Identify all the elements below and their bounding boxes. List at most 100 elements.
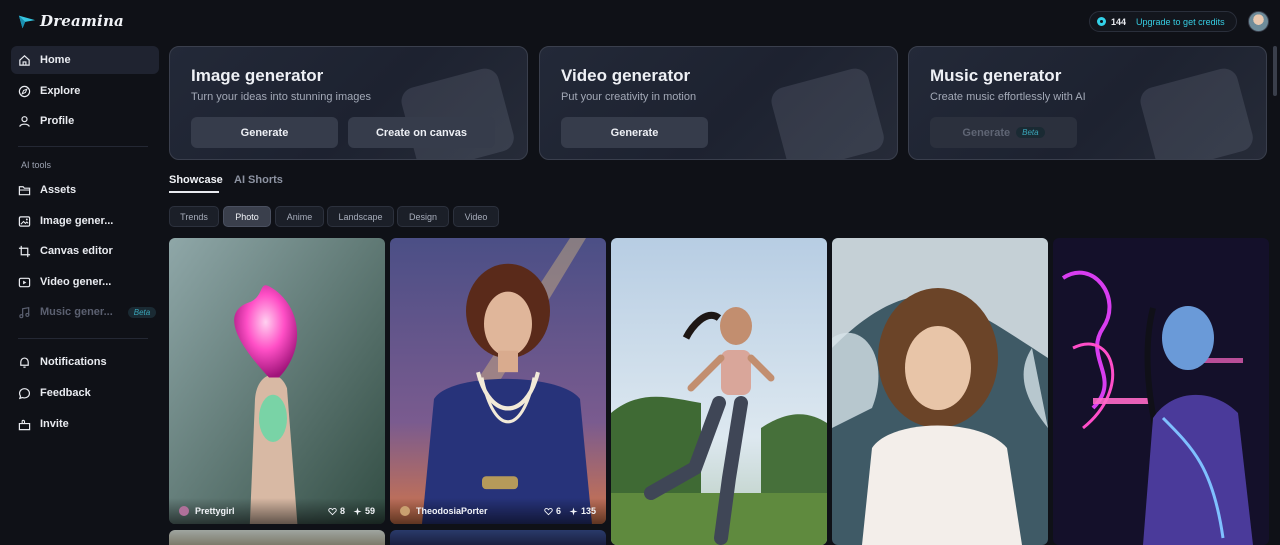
app-name: Dreamina: [40, 12, 124, 30]
gallery-item[interactable]: [1053, 238, 1269, 545]
sidebar: Dreamina Home Explore Profile AI tools A…: [0, 0, 170, 545]
active-tab-indicator: [169, 191, 219, 193]
app-logo[interactable]: Dreamina: [18, 10, 124, 32]
sidebar-item-label: Notifications: [40, 356, 107, 368]
credit-coin-icon: [1097, 17, 1106, 26]
gallery-image: [1053, 238, 1269, 545]
sidebar-item-label: Image gener...: [40, 215, 114, 227]
gallery-image: [169, 238, 385, 524]
generate-image-button[interactable]: Generate: [191, 117, 338, 148]
music-icon: [18, 306, 31, 319]
heart-icon: [544, 507, 553, 515]
upgrade-link[interactable]: Upgrade to get credits: [1136, 17, 1225, 27]
author-avatar: [400, 506, 410, 516]
sidebar-item-label: Canvas editor: [40, 245, 113, 257]
sidebar-item-video-generator[interactable]: Video gener...: [11, 268, 159, 296]
sparkle-icon: [353, 506, 362, 516]
sidebar-divider: [18, 146, 148, 147]
tab-showcase[interactable]: Showcase: [169, 174, 223, 186]
video-decor-icon: [771, 68, 884, 159]
chip-photo[interactable]: Photo: [223, 206, 271, 227]
generate-video-button[interactable]: Generate: [561, 117, 708, 148]
chip-design[interactable]: Design: [397, 206, 449, 227]
gallery-item[interactable]: Prettygirl 8 59: [169, 238, 385, 524]
use-count-value: 59: [364, 506, 375, 516]
sidebar-item-image-generator[interactable]: Image gener...: [11, 207, 159, 235]
sidebar-item-label: Profile: [40, 115, 75, 127]
credits-pill[interactable]: 144 Upgrade to get credits: [1089, 11, 1237, 32]
music-generator-card[interactable]: Music generator Create music effortlessl…: [908, 46, 1267, 160]
chip-anime[interactable]: Anime: [275, 206, 324, 227]
use-count[interactable]: 135: [569, 506, 596, 516]
folder-icon: [18, 184, 31, 197]
video-generator-card[interactable]: Video generator Put your creativity in m…: [539, 46, 898, 160]
card-subtitle: Put your creativity in motion: [561, 91, 697, 103]
section-label-ai-tools: AI tools: [21, 160, 52, 170]
create-on-canvas-button[interactable]: Create on canvas: [348, 117, 495, 148]
crop-icon: [18, 245, 31, 258]
credit-count: 144: [1111, 16, 1127, 27]
video-icon: [18, 276, 31, 289]
user-icon: [18, 115, 31, 128]
bell-icon: [18, 356, 31, 369]
image-generator-card[interactable]: Image generator Turn your ideas into stu…: [169, 46, 528, 160]
tab-ai-shorts[interactable]: AI Shorts: [234, 174, 283, 186]
author-name[interactable]: TheodosiaPorter: [416, 506, 536, 516]
sidebar-item-label: Assets: [40, 184, 77, 196]
sidebar-item-invite[interactable]: Invite: [11, 410, 159, 438]
card-title: Music generator: [930, 66, 1062, 85]
button-label: Generate: [962, 126, 1011, 139]
card-title: Video generator: [561, 66, 691, 85]
chip-trends[interactable]: Trends: [169, 206, 219, 227]
sidebar-item-label: Invite: [40, 418, 69, 430]
like-count-value: 8: [339, 506, 345, 516]
generate-music-button[interactable]: Generate Beta: [930, 117, 1077, 148]
gallery-item[interactable]: [169, 530, 385, 545]
page-scrollbar[interactable]: [1273, 46, 1277, 96]
sidebar-item-explore[interactable]: Explore: [11, 77, 159, 105]
card-subtitle: Turn your ideas into stunning images: [191, 91, 371, 103]
card-title: Image generator: [191, 66, 324, 85]
sidebar-item-canvas-editor[interactable]: Canvas editor: [11, 237, 159, 265]
chip-landscape[interactable]: Landscape: [327, 206, 394, 227]
sparkle-icon: [569, 506, 578, 516]
gift-icon: [18, 418, 31, 431]
sidebar-item-profile[interactable]: Profile: [11, 107, 159, 135]
use-count[interactable]: 59: [353, 506, 375, 516]
beta-badge: Beta: [1016, 127, 1045, 138]
gallery-item[interactable]: TheodosiaPorter 6 135: [390, 238, 606, 524]
gallery-item[interactable]: [390, 530, 606, 545]
sidebar-item-notifications[interactable]: Notifications: [11, 348, 159, 376]
author-avatar: [179, 506, 189, 516]
sidebar-item-assets[interactable]: Assets: [11, 176, 159, 204]
dreamina-logo-icon: [18, 15, 36, 29]
sidebar-item-music-generator[interactable]: Music gener... Beta: [11, 298, 159, 326]
gallery-image: [390, 238, 606, 524]
tile-footer: TheodosiaPorter 6 135: [390, 498, 606, 524]
gallery-item[interactable]: [611, 238, 827, 545]
beta-badge: Beta: [127, 306, 157, 318]
card-subtitle: Create music effortlessly with AI: [930, 91, 1086, 103]
gallery-image: [832, 238, 1048, 545]
like-count-value: 6: [555, 506, 561, 516]
gallery-item[interactable]: [832, 238, 1048, 545]
like-count[interactable]: 6: [544, 506, 561, 516]
sidebar-item-feedback[interactable]: Feedback: [11, 379, 159, 407]
sidebar-item-label: Video gener...: [40, 276, 112, 288]
use-count-value: 135: [580, 506, 596, 516]
author-name[interactable]: Prettygirl: [195, 506, 320, 516]
heart-icon: [328, 507, 337, 515]
image-icon: [18, 215, 31, 228]
sidebar-item-label: Home: [40, 54, 71, 66]
like-count[interactable]: 8: [328, 506, 345, 516]
sidebar-item-label: Explore: [40, 85, 81, 97]
chip-video[interactable]: Video: [453, 206, 499, 227]
tile-footer: Prettygirl 8 59: [169, 498, 385, 524]
sidebar-item-home[interactable]: Home: [11, 46, 159, 74]
sidebar-divider: [18, 338, 148, 339]
sidebar-item-label: Music gener...: [40, 306, 113, 318]
sidebar-item-label: Feedback: [40, 387, 91, 399]
gallery-image: [611, 238, 827, 545]
home-icon: [18, 54, 31, 67]
avatar[interactable]: [1248, 11, 1269, 32]
